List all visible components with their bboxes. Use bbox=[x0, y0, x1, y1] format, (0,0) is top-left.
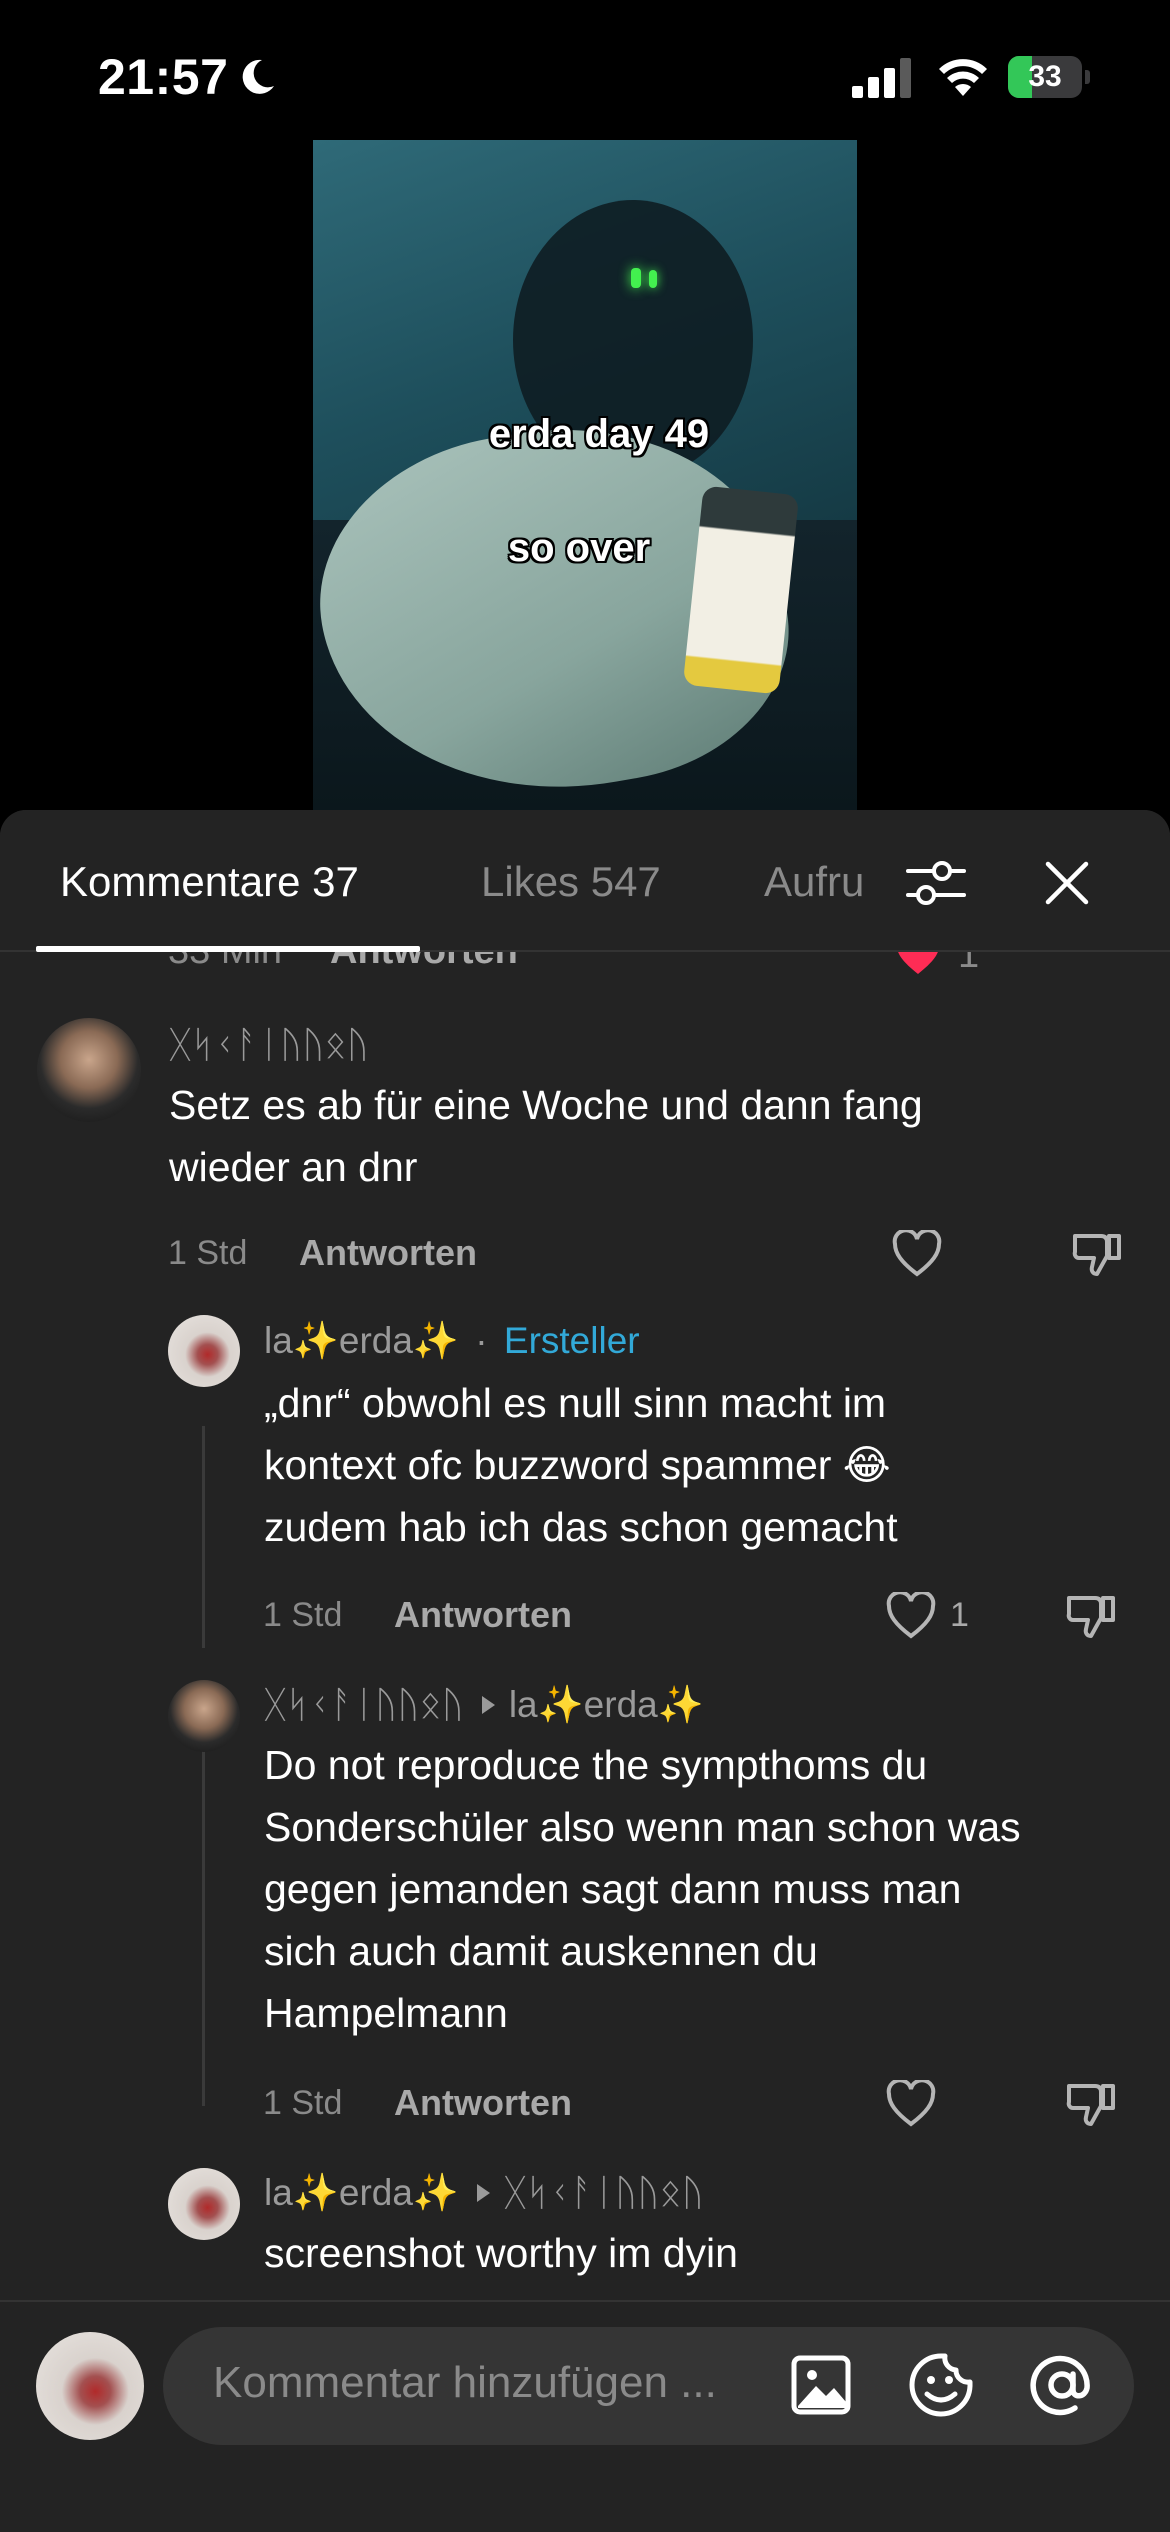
status-bar: 21:57 33 bbox=[0, 0, 1170, 140]
comment-time: 1 Std bbox=[263, 1596, 343, 1634]
dislike-icon[interactable] bbox=[1065, 1592, 1117, 1640]
comment-text: Do not reproduce the sympthoms du bbox=[264, 1742, 928, 1788]
comment-text: wieder an dnr bbox=[169, 1144, 418, 1190]
battery-icon: 33 bbox=[1008, 56, 1090, 98]
comment-username[interactable]: ᚷᛋᚲᚨᛁᚢᚢᛟᚢ bbox=[169, 1024, 369, 1066]
reply-to-arrow-icon bbox=[477, 2184, 490, 2203]
battery-level: 33 bbox=[1028, 60, 1062, 93]
tab-comments[interactable]: Kommentare 37 bbox=[60, 858, 359, 906]
heart-icon[interactable] bbox=[891, 1230, 943, 1278]
sheet-tab-bar: Kommentare 37 Likes 547 Aufru bbox=[0, 810, 1170, 952]
comment-text: „dnr“ obwohl es null sinn macht im bbox=[264, 1380, 887, 1426]
image-icon[interactable] bbox=[790, 2354, 852, 2416]
comment-username[interactable]: la✨erda✨ ᚷᛋᚲᚨᛁᚢᚢᛟᚢ bbox=[264, 2172, 704, 2215]
tab-views[interactable]: Aufru bbox=[764, 858, 874, 906]
video-caption-2: so over bbox=[507, 526, 651, 570]
active-tab-indicator bbox=[36, 946, 420, 952]
reply-button[interactable]: Antworten bbox=[394, 2082, 572, 2124]
close-icon[interactable] bbox=[1044, 860, 1090, 906]
heart-icon[interactable] bbox=[885, 2080, 937, 2128]
dislike-icon[interactable] bbox=[1065, 2080, 1117, 2128]
reply-to-arrow-icon bbox=[481, 1696, 495, 1715]
comment-time: 1 Std bbox=[168, 1234, 248, 1272]
avatar[interactable] bbox=[37, 1018, 141, 1122]
avatar[interactable] bbox=[168, 2168, 240, 2240]
reply-button[interactable]: Antworten bbox=[394, 1594, 572, 1636]
comment-text: sich auch damit auskennen du bbox=[264, 1928, 818, 1974]
comment-text: Sonderschüler also wenn man schon was bbox=[264, 1804, 1021, 1850]
avatar[interactable] bbox=[168, 1315, 240, 1387]
comment-input-placeholder[interactable]: Kommentar hinzufügen ... bbox=[213, 2358, 717, 2408]
avatar[interactable] bbox=[168, 1680, 240, 1752]
comment-time: 1 Std bbox=[263, 2084, 343, 2122]
dislike-icon[interactable] bbox=[1071, 1230, 1123, 1278]
my-avatar[interactable] bbox=[36, 2332, 144, 2440]
thread-line bbox=[202, 1726, 205, 2106]
mention-icon[interactable] bbox=[1027, 2350, 1097, 2420]
comment-text: zudem hab ich das schon gemacht bbox=[264, 1504, 898, 1550]
comment-text: gegen jemanden sagt dann muss man bbox=[264, 1866, 962, 1912]
heart-icon[interactable] bbox=[885, 1592, 937, 1640]
comment-text: Setz es ab für eine Woche und dann fang bbox=[169, 1082, 923, 1128]
creator-badge: Ersteller bbox=[503, 1320, 640, 1361]
thread-line bbox=[202, 1426, 205, 1648]
comment-text: Hampelmann bbox=[264, 1990, 508, 2036]
like-count: 1 bbox=[950, 1596, 969, 1634]
cellular-signal-icon bbox=[852, 58, 911, 98]
video-preview[interactable]: erda day 49 so over bbox=[313, 140, 857, 810]
comment-text: screenshot worthy im dyin bbox=[264, 2230, 738, 2276]
comment-text: kontext ofc buzzword spammer 😂 bbox=[264, 1442, 891, 1488]
tab-likes[interactable]: Likes 547 bbox=[481, 858, 661, 906]
comment-username[interactable]: la✨erda✨ · Ersteller bbox=[264, 1320, 640, 1363]
reply-button[interactable]: Antworten bbox=[299, 1232, 477, 1274]
status-time: 21:57 bbox=[98, 49, 229, 105]
moon-icon bbox=[242, 59, 274, 94]
filter-sliders-icon[interactable] bbox=[906, 855, 966, 911]
emoji-icon[interactable] bbox=[908, 2352, 974, 2418]
comments-sheet: Kommentare 37 Likes 547 Aufru 33 Min Ant… bbox=[0, 810, 1170, 2532]
video-caption-1: erda day 49 bbox=[488, 412, 710, 456]
wifi-icon bbox=[939, 59, 987, 96]
comment-username[interactable]: ᚷᛋᚲᚨᛁᚢᚢᛟᚢ la✨erda✨ bbox=[264, 1684, 704, 1727]
